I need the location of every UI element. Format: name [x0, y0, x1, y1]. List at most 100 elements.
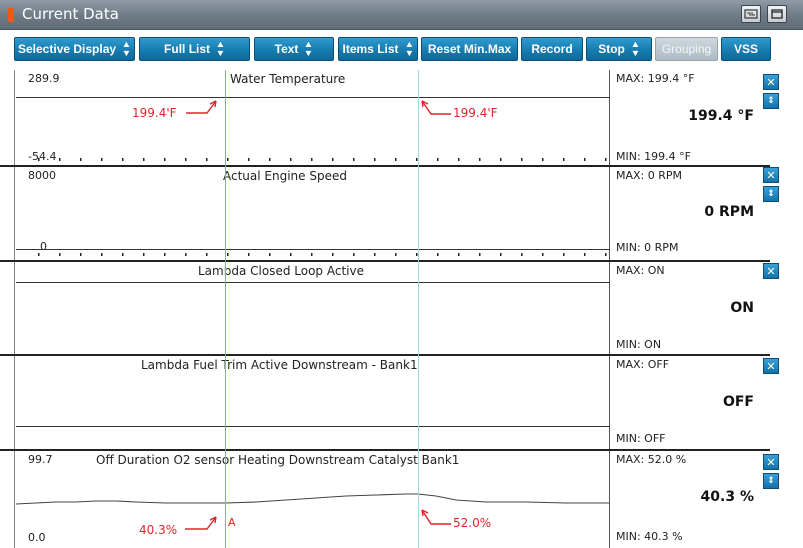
text-button[interactable]: Text ▲ ▼ [254, 37, 334, 61]
tick-mark [311, 158, 313, 161]
tick-mark [500, 158, 502, 161]
button-label: Full List [164, 42, 211, 56]
tick-mark [479, 158, 481, 161]
tick-mark [395, 253, 397, 256]
current-value: 40.3 % [700, 489, 754, 505]
tick-mark [269, 253, 271, 256]
current-value: 0 RPM [704, 204, 754, 220]
graph-area[interactable]: Lambda Fuel Trim Active Downstream - Ban… [16, 356, 610, 450]
data-panel-lambda-closed-loop[interactable]: Lambda Closed Loop Active MAX: ON ON MIN… [16, 262, 786, 356]
current-value: ON [730, 300, 754, 316]
tick-mark [584, 253, 586, 256]
value-box: MAX: 199.4 °F 199.4 °F MIN: 199.4 °F [612, 70, 762, 166]
annotation-temp-right: 199.4'F [453, 106, 498, 120]
time-ticks [38, 158, 607, 161]
button-label: Items List [342, 42, 399, 56]
close-icon[interactable]: ✕ [763, 454, 779, 470]
tick-mark [521, 158, 523, 161]
window-restore-icon[interactable] [767, 5, 787, 23]
scroll-updown-icon[interactable]: ⇕ [763, 473, 779, 489]
annotation-arrow-icon [421, 509, 451, 525]
graph-area[interactable]: Lambda Closed Loop Active [16, 262, 610, 356]
annotation-temp-left: 199.4'F [132, 106, 177, 120]
window-titlebar: Current Data [0, 0, 803, 30]
tick-mark [248, 253, 250, 256]
tick-mark [185, 253, 187, 256]
min-value: MIN: 199.4 °F [616, 150, 691, 163]
scroll-updown-icon[interactable]: ⇕ [763, 93, 779, 109]
value-box: MAX: 0 RPM 0 RPM MIN: 0 RPM [612, 167, 762, 261]
button-label: Text [274, 42, 299, 56]
trend-line [16, 282, 610, 283]
close-icon[interactable]: ✕ [763, 263, 779, 279]
connection-icon[interactable] [741, 5, 761, 23]
value-box: MAX: ON ON MIN: ON [612, 262, 762, 356]
updown-icon: ▲ ▼ [404, 39, 414, 58]
cursor-a-line[interactable] [225, 70, 226, 548]
record-button[interactable]: Record [521, 37, 583, 61]
tick-mark [353, 158, 355, 161]
button-label: Grouping [661, 42, 712, 56]
annotation-arrow-icon [185, 516, 217, 530]
scroll-updown-icon[interactable]: ⇕ [763, 186, 779, 202]
value-box: MAX: OFF OFF MIN: OFF [612, 356, 762, 450]
graph-area[interactable]: 289.9 Water Temperature -54.4 [16, 70, 610, 166]
tick-mark [563, 158, 565, 161]
min-value: MIN: OFF [616, 432, 666, 445]
tick-mark [584, 158, 586, 161]
value-box: MAX: 52.0 % 40.3 % MIN: 40.3 % [612, 451, 762, 548]
max-value: MAX: 52.0 % [616, 453, 687, 466]
trend-line [16, 493, 610, 505]
full-list-button[interactable]: Full List ▲ ▼ [139, 37, 250, 61]
scale-max: 289.9 [28, 72, 60, 85]
tick-mark [542, 158, 544, 161]
tick-mark [248, 158, 250, 161]
cursor-b-line[interactable] [418, 70, 419, 548]
reset-min-max-button[interactable]: Reset Min.Max [421, 37, 518, 61]
tick-mark [227, 158, 229, 161]
tick-mark [164, 253, 166, 256]
scale-min: 0 [40, 240, 47, 253]
data-panel-o2-heating[interactable]: 99.7 Off Duration O2 sensor Heating Down… [16, 451, 786, 548]
tick-mark [143, 253, 145, 256]
tick-mark [332, 253, 334, 256]
tick-mark [185, 158, 187, 161]
data-panel-engine-speed[interactable]: 8000 Actual Engine Speed 0 MAX: 0 RPM 0 … [16, 167, 786, 261]
grouping-button[interactable]: Grouping [655, 37, 718, 61]
trend-line [16, 97, 610, 98]
close-icon[interactable]: ✕ [763, 74, 779, 90]
tick-mark [290, 158, 292, 161]
max-value: MAX: ON [616, 264, 665, 277]
min-value: MIN: 40.3 % [616, 530, 683, 543]
app-icon [8, 8, 14, 22]
tick-mark [353, 253, 355, 256]
tick-mark [206, 158, 208, 161]
button-label: VSS [733, 42, 758, 56]
tick-mark [605, 158, 607, 161]
vss-button[interactable]: VSS [721, 37, 771, 61]
tick-mark [38, 158, 40, 161]
annotation-o2-right: 52.0% [453, 516, 492, 530]
min-value: MIN: 0 RPM [616, 241, 679, 254]
tick-mark [605, 253, 607, 256]
scale-max: 8000 [28, 169, 56, 182]
updown-icon: ▲ ▼ [121, 39, 132, 58]
selective-display-button[interactable]: Selective Display ▲ ▼ [14, 37, 135, 61]
tick-mark [521, 253, 523, 256]
item-name: Lambda Closed Loop Active [198, 264, 364, 278]
close-icon[interactable]: ✕ [763, 358, 779, 374]
graph-area[interactable]: 99.7 Off Duration O2 sensor Heating Down… [16, 451, 610, 548]
button-label: Record [531, 42, 573, 56]
close-icon[interactable]: ✕ [763, 167, 779, 183]
item-name: Off Duration O2 sensor Heating Downstrea… [96, 453, 460, 467]
scale-max: 99.7 [28, 453, 53, 466]
button-label: Selective Display [18, 42, 117, 56]
tick-mark [563, 253, 565, 256]
graph-area[interactable]: 8000 Actual Engine Speed 0 [16, 167, 610, 261]
items-list-button[interactable]: Items List ▲ ▼ [338, 37, 418, 61]
tick-mark [500, 253, 502, 256]
panel-left-border [14, 70, 15, 548]
tick-mark [458, 253, 460, 256]
stop-button[interactable]: Stop ▲ ▼ [586, 37, 652, 61]
data-panel-lambda-fuel-trim[interactable]: Lambda Fuel Trim Active Downstream - Ban… [16, 356, 786, 450]
